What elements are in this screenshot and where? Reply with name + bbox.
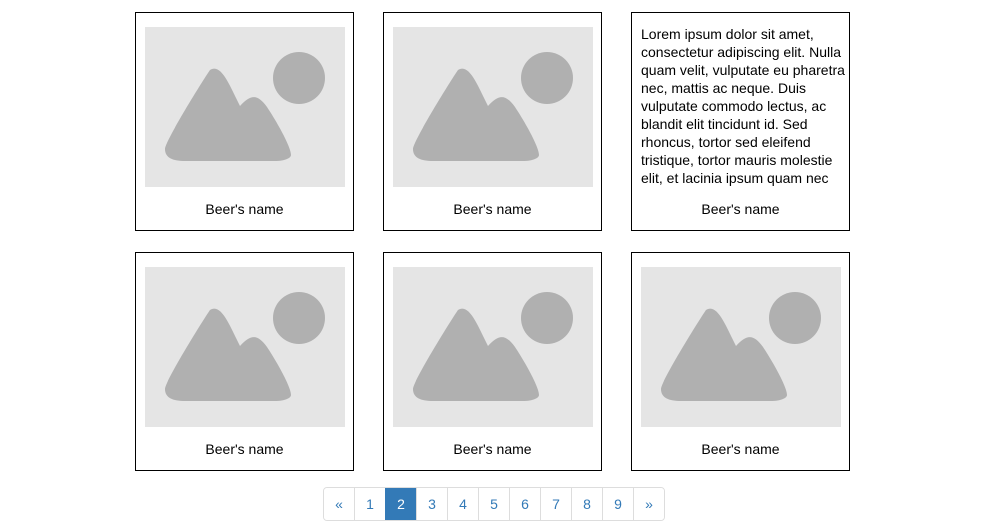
beer-card[interactable]: Beer's name — [383, 12, 602, 231]
image-placeholder-icon — [393, 27, 593, 187]
beer-card[interactable]: Beer's name — [135, 252, 354, 471]
pagination-prev[interactable]: « — [324, 488, 354, 520]
beer-name: Beer's name — [205, 201, 284, 217]
image-placeholder-icon — [145, 27, 345, 187]
beer-card[interactable]: Lorem ipsum dolor sit amet, consectetur … — [631, 12, 850, 231]
pagination: « 1 2 3 4 5 6 7 8 9 » — [323, 487, 665, 521]
page-link-8[interactable]: 8 — [571, 488, 602, 520]
page-link-9[interactable]: 9 — [602, 488, 633, 520]
page-link-3[interactable]: 3 — [416, 488, 447, 520]
page-link-7[interactable]: 7 — [540, 488, 571, 520]
image-placeholder-icon — [393, 267, 593, 427]
beer-name: Beer's name — [453, 441, 532, 457]
page-link-2-active[interactable]: 2 — [385, 488, 416, 520]
page-link-5[interactable]: 5 — [478, 488, 509, 520]
page-link-1[interactable]: 1 — [354, 488, 385, 520]
beer-card[interactable]: Beer's name — [135, 12, 354, 231]
beer-card[interactable]: Beer's name — [631, 252, 850, 471]
beer-name: Beer's name — [701, 201, 780, 217]
image-placeholder-icon — [641, 267, 841, 427]
beer-name: Beer's name — [205, 441, 284, 457]
pagination-next[interactable]: » — [633, 488, 664, 520]
page-link-6[interactable]: 6 — [509, 488, 540, 520]
beer-card[interactable]: Beer's name — [383, 252, 602, 471]
page-link-4[interactable]: 4 — [447, 488, 478, 520]
beer-description: Lorem ipsum dolor sit amet, consectetur … — [641, 26, 845, 186]
image-placeholder-icon — [145, 267, 345, 427]
beer-name: Beer's name — [453, 201, 532, 217]
beer-name: Beer's name — [701, 441, 780, 457]
